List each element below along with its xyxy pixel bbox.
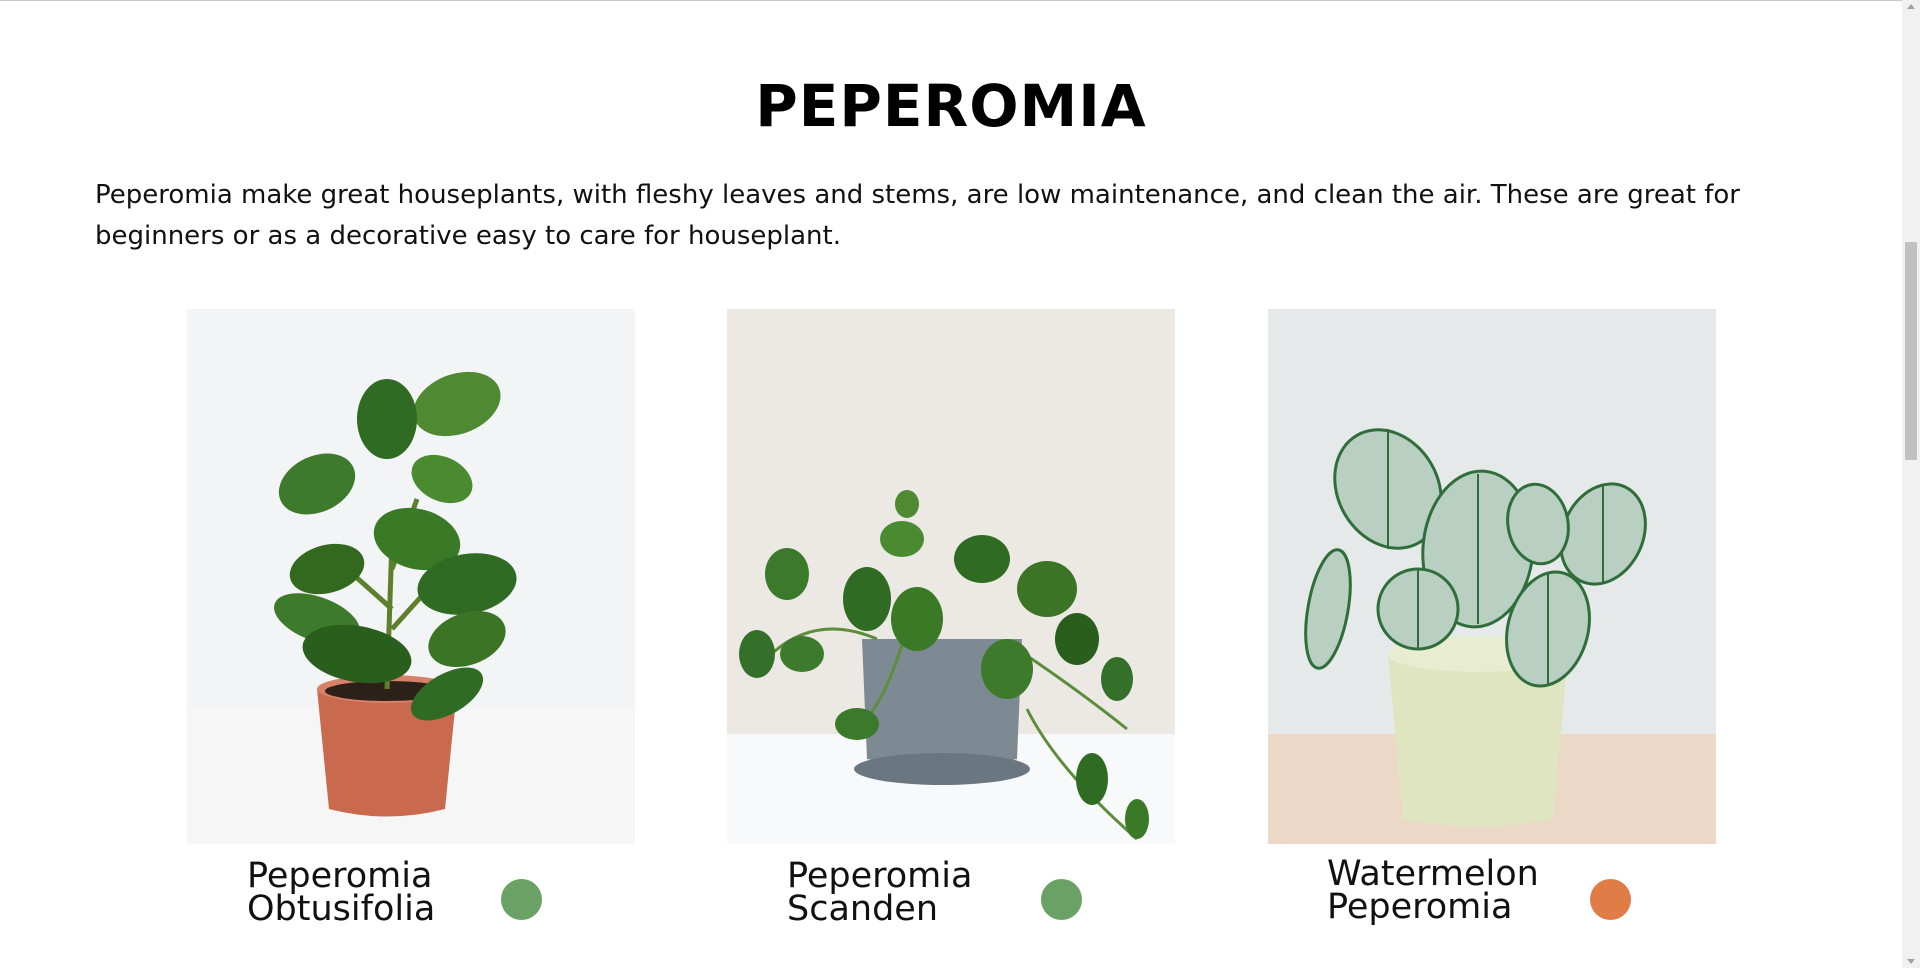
vertical-scrollbar[interactable] — [1902, 0, 1920, 968]
section-description: Peperomia make great houseplants, with f… — [95, 180, 1740, 251]
plant-card[interactable]: Watermelon Peperomia — [1268, 309, 1716, 944]
plant-photo-scanden[interactable] — [727, 309, 1175, 844]
color-swatch[interactable] — [501, 879, 542, 920]
plant-photo-watermelon[interactable] — [1268, 309, 1716, 844]
scrollbar-thumb[interactable] — [1905, 242, 1917, 460]
plant-name[interactable]: Peperomia Obtusifolia — [247, 859, 436, 929]
color-swatch[interactable] — [1590, 879, 1631, 920]
page: PEPEROMIA Peperomia make great houseplan… — [0, 0, 1920, 968]
plant-caption: Peperomia Scanden — [727, 844, 1175, 944]
plant-name-line2: Peperomia — [1327, 887, 1513, 927]
scroll-up-arrow-icon[interactable] — [1907, 4, 1915, 9]
plant-name-line2: Scanden — [787, 889, 939, 929]
plant-caption: Watermelon Peperomia — [1268, 844, 1716, 944]
section-title: PEPEROMIA — [755, 72, 1147, 140]
top-divider — [0, 0, 1902, 1]
color-swatch[interactable] — [1041, 879, 1082, 920]
plant-card[interactable]: Peperomia Scanden — [727, 309, 1175, 944]
plant-name[interactable]: Watermelon Peperomia — [1327, 857, 1539, 927]
plant-photo-obtusifolia[interactable] — [187, 309, 635, 844]
plant-name[interactable]: Peperomia Scanden — [787, 859, 972, 929]
plant-caption: Peperomia Obtusifolia — [187, 844, 635, 944]
plant-name-line2: Obtusifolia — [247, 889, 436, 929]
plant-card[interactable]: Peperomia Obtusifolia — [187, 309, 635, 944]
scroll-down-arrow-icon[interactable] — [1907, 959, 1915, 964]
